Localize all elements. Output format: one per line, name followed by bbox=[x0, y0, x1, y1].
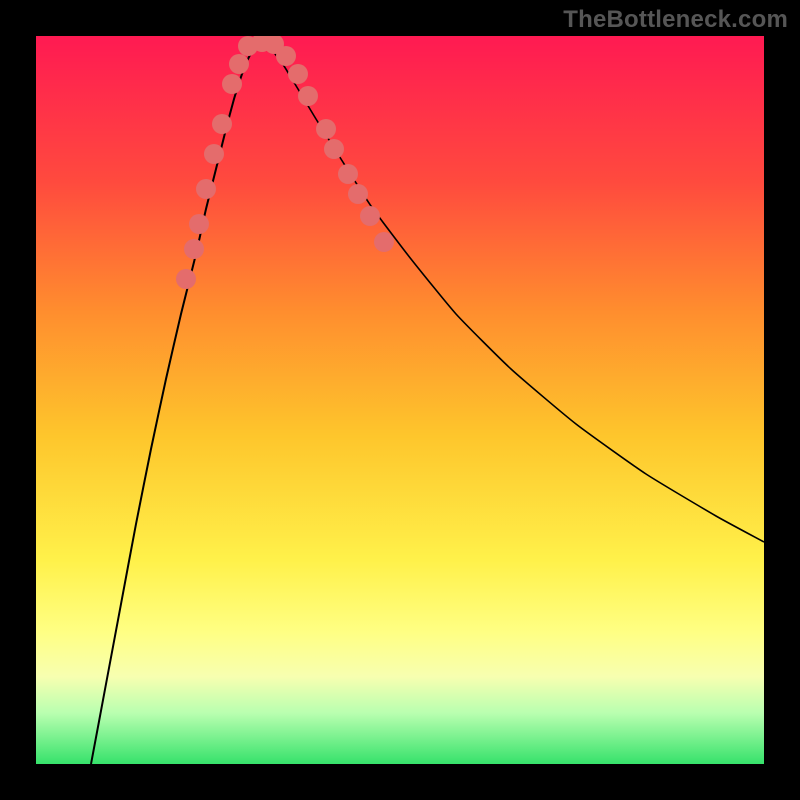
data-marker bbox=[316, 119, 336, 139]
data-marker bbox=[348, 184, 368, 204]
data-marker bbox=[298, 86, 318, 106]
data-marker bbox=[276, 46, 296, 66]
watermark-text: TheBottleneck.com bbox=[563, 6, 788, 34]
data-marker bbox=[222, 74, 242, 94]
data-marker bbox=[212, 114, 232, 134]
data-marker bbox=[288, 64, 308, 84]
data-marker bbox=[324, 139, 344, 159]
data-marker bbox=[184, 239, 204, 259]
data-marker bbox=[360, 206, 380, 226]
data-marker bbox=[229, 54, 249, 74]
data-marker bbox=[176, 269, 196, 289]
data-marker bbox=[338, 164, 358, 184]
data-marker bbox=[196, 179, 216, 199]
data-marker bbox=[204, 144, 224, 164]
data-marker bbox=[189, 214, 209, 234]
data-marker bbox=[374, 232, 394, 252]
